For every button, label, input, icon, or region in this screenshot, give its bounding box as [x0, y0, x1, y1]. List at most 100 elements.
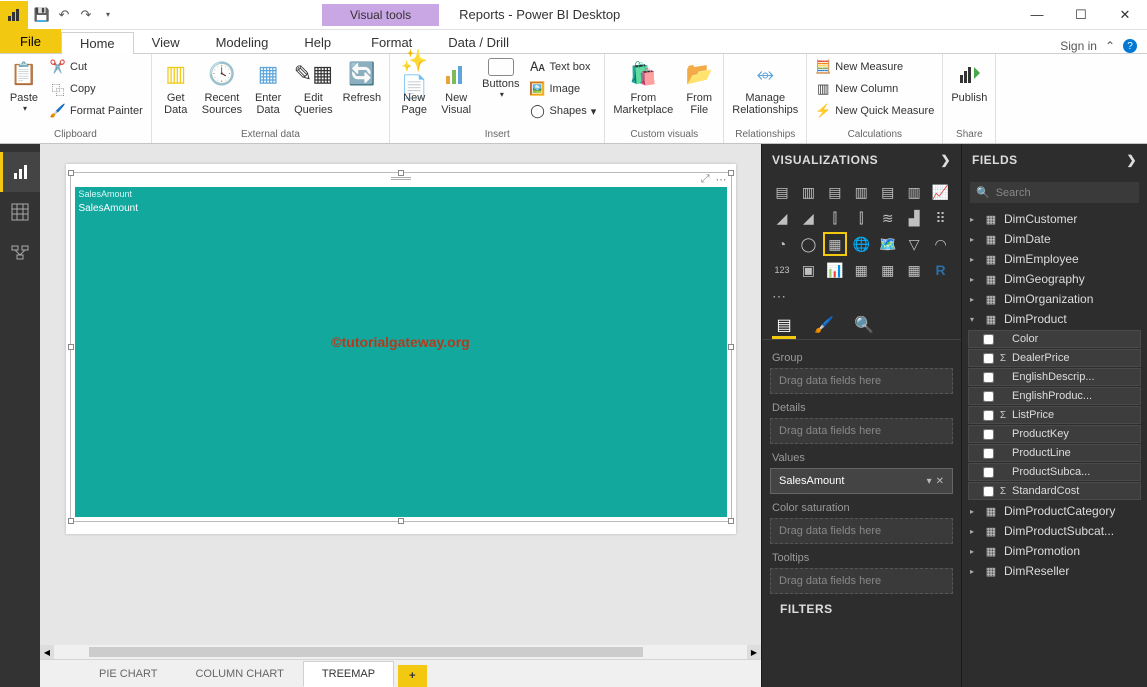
- column-checkbox[interactable]: [983, 410, 994, 421]
- shapes-button[interactable]: ◯Shapes▾: [525, 100, 600, 122]
- model-view-button[interactable]: [0, 232, 40, 272]
- fields-search-input[interactable]: 🔍 Search: [970, 182, 1139, 203]
- tab-view[interactable]: View: [134, 32, 198, 53]
- viz-multi-card-icon[interactable]: ▣: [796, 258, 820, 282]
- viz-funnel-icon[interactable]: ▽: [902, 232, 926, 256]
- page-tab-piechart[interactable]: PIE CHART: [80, 661, 176, 687]
- tab-data-drill[interactable]: Data / Drill: [430, 32, 527, 53]
- column-checkbox[interactable]: [983, 486, 994, 497]
- paste-button[interactable]: 📋Paste▾: [4, 56, 44, 115]
- well-details-dropzone[interactable]: Drag data fields here: [770, 418, 953, 444]
- column-row[interactable]: ΣListPrice: [968, 406, 1141, 424]
- copy-button[interactable]: ⿻Copy: [46, 78, 147, 100]
- column-row[interactable]: ProductKey: [968, 425, 1141, 443]
- sign-in-link[interactable]: Sign in: [1060, 39, 1097, 53]
- visual-drag-handle-icon[interactable]: [391, 177, 411, 183]
- edit-queries-button[interactable]: ✎▦Edit Queries: [290, 56, 337, 118]
- publish-button[interactable]: Publish: [947, 56, 991, 106]
- column-checkbox[interactable]: [983, 448, 994, 459]
- fields-tab-icon[interactable]: ▤: [772, 313, 796, 339]
- viz-map-icon[interactable]: 🌐: [849, 232, 873, 256]
- filters-section-header[interactable]: FILTERS: [770, 594, 953, 618]
- ribbon-collapse-icon[interactable]: ⌃: [1105, 39, 1115, 53]
- viz-scatter-icon[interactable]: ⠿: [929, 206, 953, 230]
- viz-ribbon-icon[interactable]: ≋: [876, 206, 900, 230]
- column-checkbox[interactable]: [983, 429, 994, 440]
- maximize-button[interactable]: ☐: [1059, 0, 1103, 30]
- viz-card-icon[interactable]: 123: [770, 258, 794, 282]
- viz-100-column-icon[interactable]: ▥: [902, 180, 926, 204]
- viz-waterfall-icon[interactable]: ▟: [902, 206, 926, 230]
- new-quick-measure-button[interactable]: ⚡New Quick Measure: [811, 100, 938, 122]
- enter-data-button[interactable]: ▦Enter Data: [248, 56, 288, 118]
- column-row[interactable]: ProductSubca...: [968, 463, 1141, 481]
- column-checkbox[interactable]: [983, 334, 994, 345]
- recent-sources-button[interactable]: 🕓Recent Sources: [198, 56, 246, 118]
- field-remove-icon[interactable]: ✕: [936, 476, 944, 487]
- page-tab-columnchart[interactable]: COLUMN CHART: [176, 661, 302, 687]
- report-view-button[interactable]: [0, 152, 40, 192]
- buttons-button[interactable]: Buttons▾: [478, 56, 523, 101]
- column-row[interactable]: Color: [968, 330, 1141, 348]
- viz-area-icon[interactable]: ◢: [770, 206, 794, 230]
- table-row[interactable]: ▸▦DimEmployee: [966, 249, 1143, 269]
- column-row[interactable]: EnglishProduc...: [968, 387, 1141, 405]
- fields-header[interactable]: FIELDS❯: [962, 144, 1147, 176]
- visualizations-header[interactable]: VISUALIZATIONS❯: [762, 144, 961, 176]
- qat-dropdown-icon[interactable]: ▾: [98, 5, 118, 25]
- minimize-button[interactable]: —: [1015, 0, 1059, 30]
- analytics-tab-icon[interactable]: 🔍: [852, 313, 876, 339]
- from-file-button[interactable]: 📂From File: [679, 56, 719, 118]
- new-column-button[interactable]: ▥New Column: [811, 78, 938, 100]
- viz-matrix-icon[interactable]: ▦: [902, 258, 926, 282]
- tab-help[interactable]: Help: [286, 32, 349, 53]
- viz-filled-map-icon[interactable]: 🗺️: [876, 232, 900, 256]
- viz-import-more-icon[interactable]: ⋯: [762, 286, 961, 307]
- close-button[interactable]: ✕: [1103, 0, 1147, 30]
- viz-gauge-icon[interactable]: ◠: [929, 232, 953, 256]
- viz-slicer-icon[interactable]: ▦: [849, 258, 873, 282]
- tab-modeling[interactable]: Modeling: [198, 32, 287, 53]
- column-row[interactable]: ΣStandardCost: [968, 482, 1141, 500]
- viz-kpi-icon[interactable]: 📊: [823, 258, 847, 282]
- tab-home[interactable]: Home: [61, 32, 134, 54]
- format-painter-button[interactable]: 🖌️Format Painter: [46, 100, 147, 122]
- field-menu-icon[interactable]: ▾: [927, 476, 932, 487]
- format-tab-icon[interactable]: 🖌️: [812, 313, 836, 339]
- viz-stacked-bar-icon[interactable]: ▤: [770, 180, 794, 204]
- text-box-button[interactable]: 🗛Text box: [525, 56, 600, 78]
- page-tab-treemap[interactable]: TREEMAP: [303, 661, 394, 687]
- table-row[interactable]: ▸▦DimProductCategory: [966, 501, 1143, 521]
- well-group-dropzone[interactable]: Drag data fields here: [770, 368, 953, 394]
- refresh-button[interactable]: 🔄Refresh: [339, 56, 386, 106]
- tab-file[interactable]: File: [0, 29, 61, 53]
- table-row[interactable]: ▸▦DimDate: [966, 229, 1143, 249]
- viz-treemap-icon[interactable]: ▦: [823, 232, 847, 256]
- well-tooltips-dropzone[interactable]: Drag data fields here: [770, 568, 953, 594]
- horizontal-scrollbar[interactable]: ◀▶: [40, 645, 761, 659]
- more-options-icon[interactable]: ⋯: [716, 173, 727, 186]
- well-values-item[interactable]: SalesAmount ▾✕: [770, 468, 953, 494]
- table-row[interactable]: ▸▦DimOrganization: [966, 289, 1143, 309]
- column-checkbox[interactable]: [983, 391, 994, 402]
- column-checkbox[interactable]: [983, 467, 994, 478]
- viz-stacked-column-icon[interactable]: ▥: [796, 180, 820, 204]
- viz-clustered-bar-icon[interactable]: ▤: [823, 180, 847, 204]
- viz-stacked-area-icon[interactable]: ◢: [796, 206, 820, 230]
- column-row[interactable]: ProductLine: [968, 444, 1141, 462]
- help-icon[interactable]: ?: [1123, 39, 1137, 53]
- qat-undo-icon[interactable]: ↶: [54, 5, 74, 25]
- report-page[interactable]: ⤢ ⋯ SalesAmount SalesAmount ©tutorialgat…: [66, 164, 736, 534]
- cut-button[interactable]: ✂️Cut: [46, 56, 147, 78]
- table-row[interactable]: ▸▦DimProductSubcat...: [966, 521, 1143, 541]
- table-row[interactable]: ▸▦DimPromotion: [966, 541, 1143, 561]
- data-view-button[interactable]: [0, 192, 40, 232]
- viz-line-column-icon[interactable]: ⫿: [823, 206, 847, 230]
- column-checkbox[interactable]: [983, 372, 994, 383]
- viz-donut-icon[interactable]: ◯: [796, 232, 820, 256]
- viz-line-clustered-icon[interactable]: ⫿: [849, 206, 873, 230]
- table-row[interactable]: ▸▦DimReseller: [966, 561, 1143, 581]
- from-marketplace-button[interactable]: 🛍️From Marketplace: [609, 56, 677, 118]
- new-page-button[interactable]: ✨📄New Page: [394, 56, 434, 118]
- viz-pie-icon[interactable]: ◔: [770, 232, 794, 256]
